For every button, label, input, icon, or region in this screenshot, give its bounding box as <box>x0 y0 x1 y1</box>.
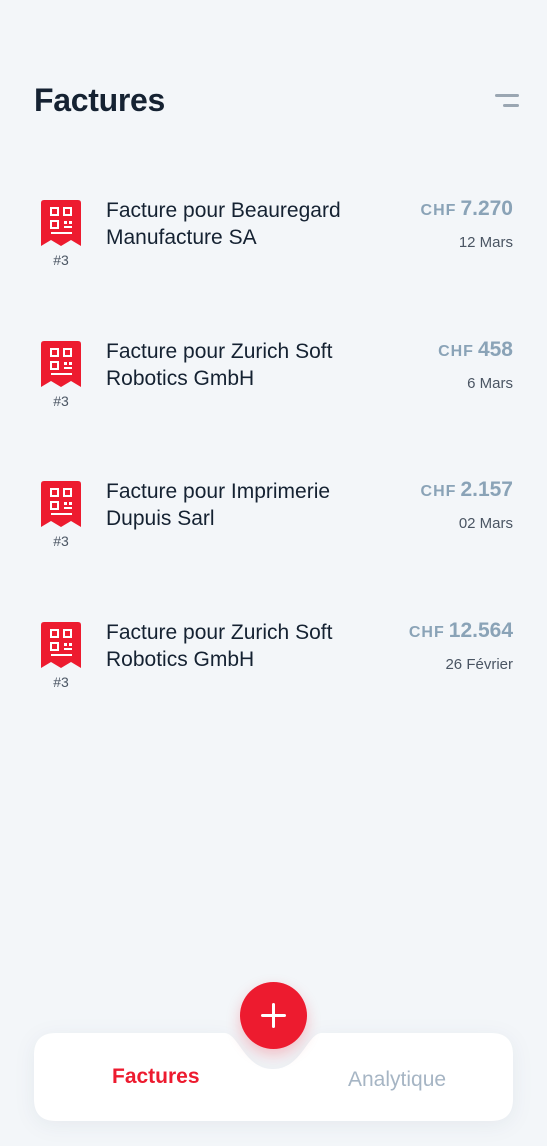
invoice-currency: CHF <box>420 483 457 500</box>
qr-invoice-icon <box>41 340 81 387</box>
qr-invoice-icon <box>41 621 81 668</box>
invoice-currency: CHF <box>438 342 474 360</box>
invoice-item[interactable]: #3 Facture pour Zurich Soft Robotics Gmb… <box>0 612 547 753</box>
add-invoice-button[interactable] <box>240 982 307 1049</box>
invoice-date: 02 Mars <box>458 515 513 532</box>
tab-factures[interactable]: Factures <box>112 1065 200 1089</box>
qr-invoice-icon <box>41 481 81 527</box>
invoice-date: 26 Février <box>445 655 513 673</box>
invoice-title: Facture pour Beauregard Manufacture SA <box>106 199 341 249</box>
invoice-amount: CHF 7.270 <box>421 197 513 221</box>
invoice-date: 12 Mars <box>458 234 513 251</box>
invoice-title: Facture pour Zurich Soft Robotics GmbH <box>106 620 333 671</box>
invoice-item[interactable]: #3 Facture pour Imprimerie Dupuis Sarl C… <box>0 471 547 612</box>
invoice-currency: CHF <box>420 202 457 219</box>
invoice-date: 6 Mars <box>467 374 513 392</box>
plus-icon-stroke <box>272 1003 275 1028</box>
invoice-number: #3 <box>53 392 69 409</box>
invoice-title: Facture pour Zurich Soft Robotics GmbH <box>106 339 333 390</box>
invoice-amount: CHF 458 <box>438 338 513 362</box>
page-title: Factures <box>34 82 165 118</box>
invoice-amount-value: 7.270 <box>460 197 513 220</box>
invoice-amount-value: 458 <box>477 337 513 361</box>
invoice-number: #3 <box>53 533 69 549</box>
tab-analytique[interactable]: Analytique <box>348 1068 446 1092</box>
invoice-amount-value: 2.157 <box>460 478 513 501</box>
invoice-number: #3 <box>53 252 69 268</box>
invoice-amount: CHF 12.564 <box>409 619 513 643</box>
invoice-title: Facture pour Imprimerie Dupuis Sarl <box>106 480 331 530</box>
invoice-number: #3 <box>53 673 69 690</box>
invoice-amount: CHF 2.157 <box>421 478 513 502</box>
invoice-item[interactable]: #3 Facture pour Beauregard Manufacture S… <box>0 190 547 331</box>
invoice-list: #3 Facture pour Beauregard Manufacture S… <box>0 190 547 752</box>
invoice-amount-value: 12.564 <box>448 618 513 642</box>
invoice-item[interactable]: #3 Facture pour Zurich Soft Robotics Gmb… <box>0 331 547 472</box>
qr-invoice-icon <box>41 200 81 246</box>
invoice-currency: CHF <box>408 623 445 641</box>
menu-lines-icon[interactable] <box>489 92 519 112</box>
